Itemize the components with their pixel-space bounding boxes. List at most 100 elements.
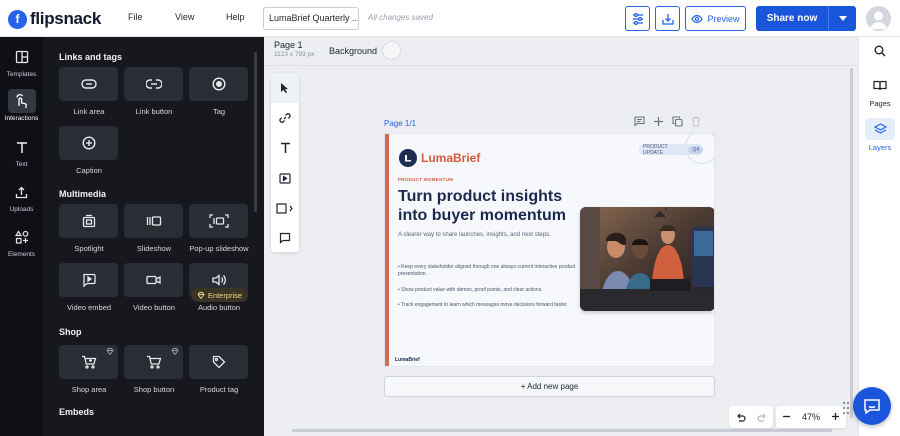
comment-icon[interactable] — [634, 116, 645, 127]
video-embed-tile[interactable] — [59, 263, 118, 297]
link-area-tile[interactable] — [59, 67, 118, 101]
page-info: Page 1 1123 x 793 px — [274, 40, 314, 58]
right-rail-pages[interactable]: Pages — [859, 74, 900, 108]
share-label: Share now — [766, 13, 818, 24]
audio-button-label: Audio button — [197, 303, 241, 312]
section-title-multimedia: Multimedia — [59, 189, 107, 199]
duplicate-icon[interactable] — [672, 116, 683, 127]
minus-icon — [782, 415, 790, 417]
plus-icon — [832, 412, 840, 420]
zoom-in-button[interactable] — [831, 412, 840, 423]
select-tool[interactable] — [271, 73, 299, 103]
menu-view[interactable]: View — [175, 12, 194, 22]
right-rail-layers-label: Layers — [868, 143, 892, 152]
trash-icon[interactable] — [691, 116, 701, 127]
download-icon — [661, 13, 674, 25]
preview-label: Preview — [707, 13, 740, 24]
tag-tile[interactable] — [189, 67, 248, 101]
page-number-label: Page 1/1 — [384, 119, 417, 128]
caption-tile[interactable] — [59, 126, 118, 160]
right-rail-layers[interactable]: Layers — [859, 118, 900, 152]
rail-uploads[interactable]: Uploads — [0, 180, 43, 213]
page-brand-name: LumaBrief — [421, 151, 481, 165]
panel-scrollbar[interactable] — [254, 52, 257, 212]
redo-icon[interactable] — [756, 412, 768, 423]
media-tool[interactable] — [271, 163, 299, 193]
video-camera-icon — [146, 275, 161, 285]
caret-down-icon — [838, 16, 847, 21]
settings-button[interactable] — [625, 6, 650, 31]
text-tool[interactable] — [271, 133, 299, 163]
share-dropdown[interactable] — [829, 16, 856, 21]
save-status: All changes saved — [368, 13, 433, 22]
popup-slideshow-tile[interactable] — [189, 204, 248, 238]
page-bullet: • Track engagement to learn which messag… — [398, 302, 568, 308]
rail-templates[interactable]: Templates — [0, 45, 43, 78]
share-button[interactable]: Share now — [756, 6, 856, 31]
link-button-label: Link button — [135, 107, 173, 116]
background-color-swatch[interactable] — [382, 41, 401, 60]
pages-icon — [873, 80, 887, 90]
link-button-tile[interactable] — [124, 67, 183, 101]
popup-slideshow-label: Pop-up slideshow — [189, 244, 249, 253]
elements-panel: Links and tags Link area Link button Tag… — [43, 37, 264, 436]
plus-icon[interactable] — [653, 116, 664, 127]
video-button-label: Video button — [133, 303, 175, 312]
add-new-page-button[interactable]: + Add new page — [384, 376, 715, 397]
rail-interactions[interactable]: Interactions — [0, 89, 43, 122]
shape-tool[interactable] — [271, 193, 299, 223]
left-rail: Templates Interactions Text Uploads Elem… — [0, 37, 43, 436]
sliders-icon — [632, 12, 643, 25]
cursor-icon — [281, 83, 288, 93]
shop-area-label: Shop area — [71, 385, 107, 394]
section-title-shop: Shop — [59, 327, 82, 337]
vertical-scrollbar[interactable] — [850, 68, 853, 418]
enterprise-badge[interactable]: Enterprise — [191, 288, 248, 302]
zoom-out-button[interactable] — [782, 412, 791, 423]
document-title-input[interactable]: LumaBrief Quarterly ... — [263, 7, 359, 30]
rail-text-label: Text — [15, 161, 28, 168]
comment-tool[interactable] — [271, 223, 299, 253]
horizontal-scrollbar[interactable] — [292, 429, 832, 432]
rail-elements[interactable]: Elements — [0, 225, 43, 258]
slideshow-tile[interactable] — [124, 204, 183, 238]
diamond-icon — [106, 348, 114, 355]
link-button-icon — [145, 79, 162, 89]
right-rail: Pages Layers — [858, 37, 900, 436]
shop-button-tile[interactable] — [124, 345, 183, 379]
search-button[interactable] — [859, 37, 900, 65]
page-title: Page 1 — [274, 40, 303, 50]
text-icon — [280, 142, 290, 153]
layers-icon — [873, 123, 887, 134]
product-tag-label: Product tag — [199, 385, 239, 394]
spotlight-tile[interactable] — [59, 204, 118, 238]
user-icon — [870, 11, 887, 29]
caption-label: Caption — [76, 166, 102, 175]
menu-file[interactable]: File — [128, 12, 143, 22]
square-icon — [276, 202, 293, 214]
rail-uploads-label: Uploads — [9, 206, 34, 213]
video-button-tile[interactable] — [124, 263, 183, 297]
flipsnack-logo[interactable]: f flipsnack — [8, 9, 101, 29]
zoom-level[interactable]: 47% — [802, 412, 820, 422]
drag-handle[interactable] — [842, 401, 850, 418]
page-actions — [634, 116, 701, 127]
preview-button[interactable]: Preview — [685, 6, 746, 31]
shop-button-label: Shop button — [133, 385, 175, 394]
download-button[interactable] — [655, 6, 680, 31]
shop-area-tile[interactable] — [59, 345, 118, 379]
chat-support-button[interactable] — [853, 387, 891, 425]
plus-circle-icon — [81, 136, 96, 150]
rail-text[interactable]: Text — [0, 135, 43, 168]
page-bullet: • Keep every stakeholder aligned through… — [398, 264, 576, 277]
document-page[interactable]: LumaBrief PRODUCT UPDATE Q4 PRODUCT MOME… — [384, 133, 715, 367]
menu-help[interactable]: Help — [226, 12, 245, 22]
product-update-pill: PRODUCT UPDATE Q4 — [639, 144, 703, 156]
product-tag-tile[interactable] — [189, 345, 248, 379]
undo-icon[interactable] — [735, 412, 746, 423]
page-footer-brand: LumaBrief — [395, 357, 420, 363]
user-avatar[interactable] — [866, 6, 891, 31]
link-tool[interactable] — [271, 103, 299, 133]
video-icon — [279, 172, 291, 184]
team-photo[interactable] — [580, 207, 714, 311]
